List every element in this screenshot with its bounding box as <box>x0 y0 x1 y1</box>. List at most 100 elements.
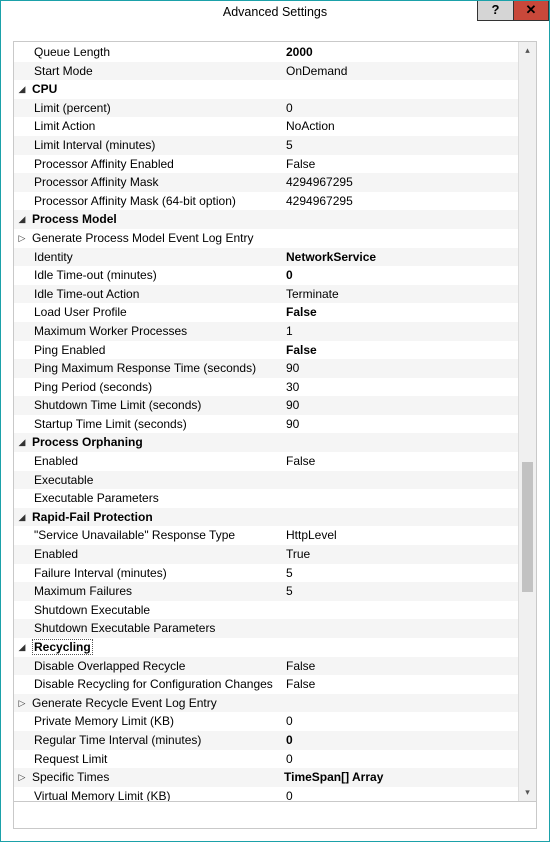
property-row[interactable]: Ping Maximum Response Time (seconds)90 <box>14 359 518 378</box>
property-row[interactable]: Queue Length2000 <box>14 43 518 62</box>
property-row[interactable]: Limit (percent)0 <box>14 99 518 118</box>
property-row[interactable]: ▷Generate Recycle Event Log Entry <box>14 694 518 713</box>
property-row[interactable]: Regular Time Interval (minutes)0 <box>14 731 518 750</box>
property-value[interactable]: 1 <box>286 322 518 341</box>
property-value[interactable]: TimeSpan[] Array <box>284 768 518 787</box>
property-value[interactable]: 0 <box>286 712 518 731</box>
property-value[interactable]: 0 <box>286 266 518 285</box>
property-row[interactable]: Request Limit0 <box>14 750 518 769</box>
property-value[interactable]: 5 <box>286 136 518 155</box>
property-row[interactable]: Disable Overlapped RecycleFalse <box>14 657 518 676</box>
vertical-scrollbar[interactable]: ▴ ▾ <box>518 42 536 801</box>
property-row[interactable]: Shutdown Time Limit (seconds)90 <box>14 396 518 415</box>
property-row[interactable]: Start ModeOnDemand <box>14 62 518 81</box>
property-label: CPU <box>30 80 284 99</box>
property-value[interactable]: 2000 <box>286 43 518 62</box>
expand-toggle-icon[interactable]: ◢ <box>14 210 30 229</box>
property-label: "Service Unavailable" Response Type <box>30 526 286 545</box>
property-row[interactable]: ▷Generate Process Model Event Log Entry <box>14 229 518 248</box>
property-value[interactable]: NetworkService <box>286 248 518 267</box>
property-value[interactable]: 30 <box>286 378 518 397</box>
scroll-down-button[interactable]: ▾ <box>520 784 535 801</box>
property-value[interactable]: False <box>286 341 518 360</box>
property-value[interactable]: 90 <box>286 359 518 378</box>
property-row[interactable]: ▷Specific TimesTimeSpan[] Array <box>14 768 518 787</box>
property-value[interactable]: False <box>286 155 518 174</box>
property-row[interactable]: ◢Process Orphaning <box>14 433 518 452</box>
property-value[interactable]: 5 <box>286 564 518 583</box>
property-grid[interactable]: Queue Length2000Start ModeOnDemand◢CPULi… <box>14 42 518 801</box>
property-row[interactable]: Shutdown Executable <box>14 601 518 620</box>
property-label: Specific Times <box>30 768 284 787</box>
property-value[interactable]: False <box>286 452 518 471</box>
property-row[interactable]: Limit Interval (minutes)5 <box>14 136 518 155</box>
title-buttons: ? ✕ <box>477 1 549 21</box>
property-row[interactable]: Load User ProfileFalse <box>14 303 518 322</box>
property-value[interactable]: 0 <box>286 99 518 118</box>
property-label: Generate Process Model Event Log Entry <box>30 229 284 248</box>
property-row[interactable]: Executable Parameters <box>14 489 518 508</box>
property-row[interactable]: Startup Time Limit (seconds)90 <box>14 415 518 434</box>
property-row[interactable]: IdentityNetworkService <box>14 248 518 267</box>
property-row[interactable]: ◢Rapid-Fail Protection <box>14 508 518 527</box>
property-row[interactable]: Executable <box>14 471 518 490</box>
property-row[interactable]: Shutdown Executable Parameters <box>14 619 518 638</box>
close-button[interactable]: ✕ <box>513 1 549 21</box>
expand-toggle-icon[interactable]: ◢ <box>14 433 30 452</box>
property-row[interactable]: Disable Recycling for Configuration Chan… <box>14 675 518 694</box>
property-label: Enabled <box>30 452 286 471</box>
property-row[interactable]: Processor Affinity EnabledFalse <box>14 155 518 174</box>
property-row[interactable]: Private Memory Limit (KB)0 <box>14 712 518 731</box>
property-value[interactable]: 0 <box>286 750 518 769</box>
property-value[interactable]: 0 <box>286 787 518 801</box>
scroll-thumb[interactable] <box>522 462 533 592</box>
property-row[interactable]: Virtual Memory Limit (KB)0 <box>14 787 518 801</box>
property-row[interactable]: Idle Time-out ActionTerminate <box>14 285 518 304</box>
property-row[interactable]: Processor Affinity Mask4294967295 <box>14 173 518 192</box>
property-row[interactable]: EnabledTrue <box>14 545 518 564</box>
property-value[interactable]: Terminate <box>286 285 518 304</box>
expand-toggle-icon[interactable]: ◢ <box>14 508 30 527</box>
expand-toggle-icon[interactable]: ▷ <box>14 768 30 787</box>
property-row[interactable]: Processor Affinity Mask (64-bit option)4… <box>14 192 518 211</box>
property-row[interactable]: Limit ActionNoAction <box>14 117 518 136</box>
property-row[interactable]: ◢Recycling <box>14 638 518 657</box>
expand-toggle-icon[interactable]: ◢ <box>14 80 30 99</box>
expand-toggle-icon[interactable]: ▷ <box>14 694 30 713</box>
expand-toggle-icon[interactable]: ▷ <box>14 229 30 248</box>
property-label: Generate Recycle Event Log Entry <box>30 694 284 713</box>
property-value[interactable]: 90 <box>286 415 518 434</box>
property-row[interactable]: Maximum Failures5 <box>14 582 518 601</box>
property-value[interactable]: True <box>286 545 518 564</box>
property-value[interactable]: OnDemand <box>286 62 518 81</box>
property-value[interactable]: 4294967295 <box>286 192 518 211</box>
property-label: Maximum Worker Processes <box>30 322 286 341</box>
expand-toggle-icon[interactable]: ◢ <box>14 638 30 657</box>
description-pane <box>14 801 536 828</box>
property-value[interactable]: False <box>286 303 518 322</box>
property-row[interactable]: Ping Period (seconds)30 <box>14 378 518 397</box>
property-label: Ping Period (seconds) <box>30 378 286 397</box>
property-row[interactable]: Maximum Worker Processes1 <box>14 322 518 341</box>
property-value[interactable]: False <box>286 675 518 694</box>
property-label: Identity <box>30 248 286 267</box>
property-row[interactable]: EnabledFalse <box>14 452 518 471</box>
property-label: Enabled <box>30 545 286 564</box>
property-row[interactable]: "Service Unavailable" Response TypeHttpL… <box>14 526 518 545</box>
property-label: Shutdown Time Limit (seconds) <box>30 396 286 415</box>
property-value[interactable]: 4294967295 <box>286 173 518 192</box>
property-value[interactable]: NoAction <box>286 117 518 136</box>
property-value[interactable]: 5 <box>286 582 518 601</box>
property-row[interactable]: Ping EnabledFalse <box>14 341 518 360</box>
help-button[interactable]: ? <box>477 1 513 21</box>
property-label: Disable Recycling for Configuration Chan… <box>30 675 286 694</box>
property-row[interactable]: ◢Process Model <box>14 210 518 229</box>
property-row[interactable]: Failure Interval (minutes)5 <box>14 564 518 583</box>
property-row[interactable]: ◢CPU <box>14 80 518 99</box>
property-value[interactable]: 90 <box>286 396 518 415</box>
property-value[interactable]: 0 <box>286 731 518 750</box>
property-value[interactable]: HttpLevel <box>286 526 518 545</box>
scroll-up-button[interactable]: ▴ <box>520 42 535 59</box>
property-row[interactable]: Idle Time-out (minutes)0 <box>14 266 518 285</box>
property-value[interactable]: False <box>286 657 518 676</box>
